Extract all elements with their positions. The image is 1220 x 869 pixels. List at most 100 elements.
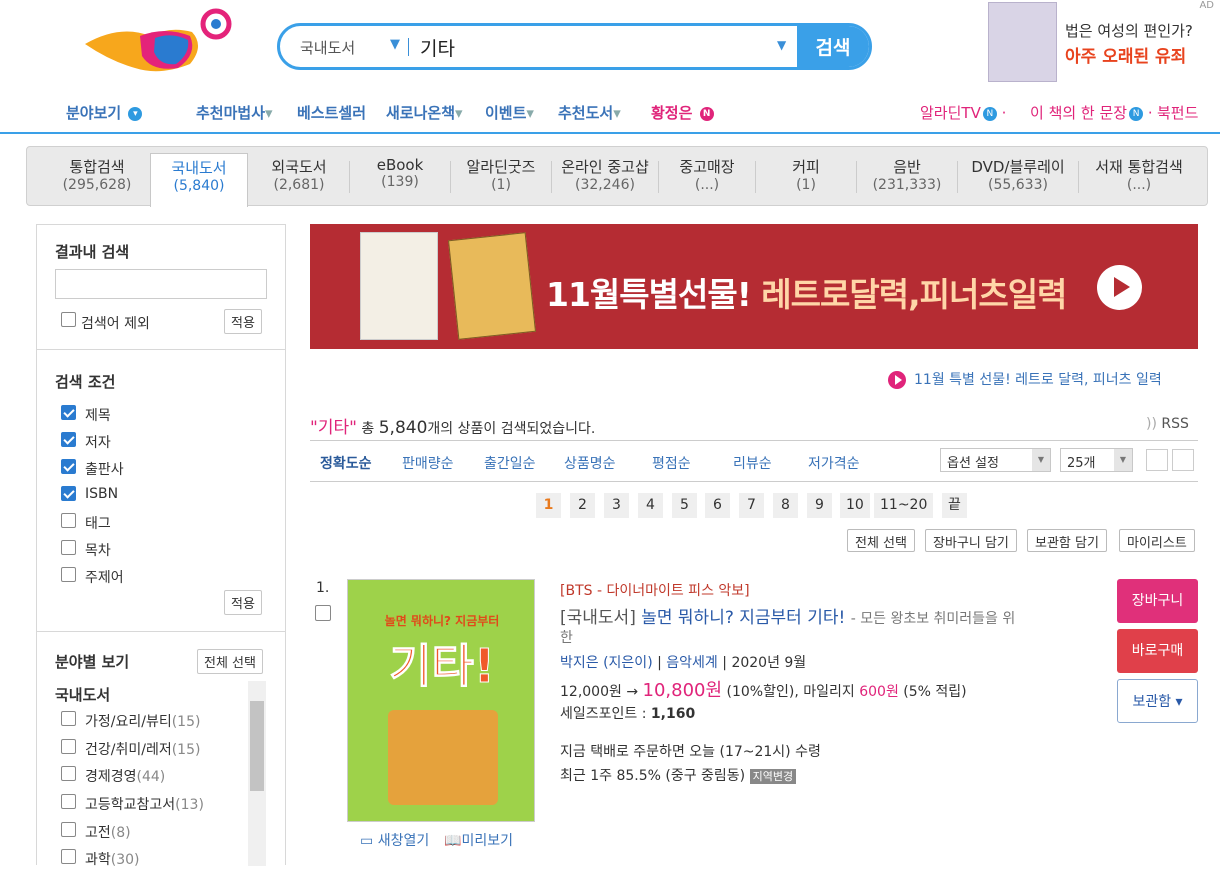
nav-new-books[interactable]: 새로나온책▾	[386, 102, 463, 123]
item-series[interactable]: [BTS - 다이너마이트 피스 악보]	[560, 580, 750, 600]
grid-view-icon[interactable]	[1172, 449, 1194, 471]
sort-accuracy[interactable]: 정확도순	[320, 453, 372, 473]
page-8[interactable]: 8	[773, 493, 798, 518]
chevron-down-icon[interactable]: ▼	[390, 37, 400, 52]
cover-subtitle: 놀면 뭐하니? 지금부터	[384, 614, 500, 628]
item-publisher[interactable]: 음악세계	[666, 655, 718, 671]
sort-price[interactable]: 저가격순	[808, 453, 860, 473]
within-apply-button[interactable]: 적용	[224, 309, 262, 334]
nav-recommended[interactable]: 추천도서▾	[558, 102, 621, 123]
category-item: 고등학교참고서(13)	[85, 797, 204, 813]
search-separator	[408, 38, 409, 56]
tab-goods[interactable]: 알라딘굿즈 (1)	[451, 147, 551, 205]
nav-bestseller[interactable]: 베스트셀러	[297, 102, 366, 123]
within-search-input[interactable]	[55, 269, 267, 299]
nav-events[interactable]: 이벤트▾	[485, 102, 534, 123]
page-9[interactable]: 9	[807, 493, 832, 518]
preview-link[interactable]: 📖미리보기	[444, 830, 513, 850]
category-checkbox[interactable]	[61, 822, 76, 837]
item-author[interactable]: 박지은 (지은이)	[560, 655, 653, 671]
page-6[interactable]: 6	[705, 493, 730, 518]
category-checkbox[interactable]	[61, 849, 76, 864]
tab-music[interactable]: 음반 (231,333)	[857, 147, 957, 205]
scrollbar-thumb[interactable]	[250, 701, 264, 791]
calendar-image	[360, 232, 438, 340]
add-wishlist-button[interactable]: 보관함 담기	[1027, 529, 1107, 552]
page-3[interactable]: 3	[604, 493, 629, 518]
category-scrollbar[interactable]	[248, 681, 266, 866]
search-button[interactable]: 검색	[797, 26, 869, 67]
per-page-select[interactable]: 25개 ▼	[1060, 448, 1133, 472]
page-next[interactable]: 11~20	[874, 493, 934, 518]
category-checkbox[interactable]	[61, 794, 76, 809]
page-2[interactable]: 2	[570, 493, 595, 518]
mylist-button[interactable]: 마이리스트	[1119, 529, 1195, 552]
tab-used-online[interactable]: 온라인 중고샵 (32,246)	[552, 147, 658, 205]
region-change-button[interactable]: 지역변경	[749, 769, 797, 784]
condition-checkbox-author[interactable]	[61, 432, 76, 447]
search-input[interactable]: 기타	[420, 34, 455, 61]
cart-button[interactable]: 장바구니	[1117, 579, 1198, 623]
nav-author-feature[interactable]: 황정은 N	[651, 102, 714, 123]
page-7[interactable]: 7	[739, 493, 764, 518]
rss-link[interactable]: )) RSS	[1146, 416, 1189, 432]
sort-rating[interactable]: 평점순	[652, 453, 691, 473]
promo-banner[interactable]: 11월특별선물! 레트로달력,피너츠일력	[310, 224, 1198, 349]
sort-review[interactable]: 리뷰순	[733, 453, 772, 473]
ad-banner[interactable]: 법은 여성의 편인가? 아주 오래된 유죄 AD	[988, 0, 1220, 85]
banner-link[interactable]: 11월 특별 선물! 레트로 달력, 피너츠 일력	[888, 369, 1162, 389]
list-view-icon[interactable]	[1146, 449, 1168, 471]
sort-name[interactable]: 상품명순	[564, 453, 616, 473]
nav-aladin-tv[interactable]: 알라딘TV N ·	[920, 102, 1006, 123]
page-1[interactable]: 1	[536, 493, 561, 518]
nav-bookfund[interactable]: 북펀드	[1157, 102, 1198, 123]
exclude-checkbox[interactable]	[61, 312, 76, 327]
category-checkbox[interactable]	[61, 766, 76, 781]
category-view-title: 분야별 보기	[55, 653, 130, 671]
select-all-button[interactable]: 전체 선택	[847, 529, 915, 552]
item-price-line: 12,000원 → 10,800원 (10%할인), 마일리지 600원 (5%…	[560, 680, 967, 701]
condition-checkbox-publisher[interactable]	[61, 459, 76, 474]
new-badge-icon: N	[982, 106, 997, 121]
category-checkbox[interactable]	[61, 739, 76, 754]
play-icon[interactable]	[1097, 265, 1142, 310]
sort-sales[interactable]: 판매량순	[402, 453, 454, 473]
condition-checkbox-subject[interactable]	[61, 567, 76, 582]
autocomplete-toggle-icon[interactable]: ▼	[777, 38, 786, 52]
wishlist-button[interactable]: 보관함 ▾	[1117, 679, 1198, 723]
buy-now-button[interactable]: 바로구매	[1117, 629, 1198, 673]
category-select-all-button[interactable]: 전체 선택	[197, 649, 263, 674]
book-cover[interactable]: 놀면 뭐하니? 지금부터 기타!	[347, 579, 535, 822]
tab-domestic-books[interactable]: 국내도서 (5,840)	[150, 153, 248, 207]
category-checkbox[interactable]	[61, 711, 76, 726]
nav-book-sentence[interactable]: 이 책의 한 문장 N ·	[1030, 102, 1153, 123]
item-title[interactable]: 놀면 뭐하니? 지금부터 기타!	[641, 608, 845, 628]
tab-dvd[interactable]: DVD/블루레이 (55,633)	[958, 147, 1078, 205]
page-last[interactable]: 끝	[942, 493, 967, 518]
sort-date[interactable]: 출간일순	[484, 453, 536, 473]
sales-point-value: 1,160	[650, 706, 696, 722]
tab-coffee[interactable]: 커피 (1)	[756, 147, 856, 205]
page-10[interactable]: 10	[840, 493, 870, 518]
condition-checkbox-title[interactable]	[61, 405, 76, 420]
tab-library-search[interactable]: 서재 통합검색 (...)	[1079, 147, 1199, 205]
banner-text: 11월특별선물! 레트로달력,피너츠일력	[546, 275, 1067, 314]
tab-ebook[interactable]: eBook (139)	[350, 147, 450, 205]
page-5[interactable]: 5	[672, 493, 697, 518]
tab-all[interactable]: 통합검색 (295,628)	[47, 147, 147, 205]
condition-checkbox-tag[interactable]	[61, 513, 76, 528]
tab-used-store[interactable]: 중고매장 (...)	[659, 147, 755, 205]
page-4[interactable]: 4	[638, 493, 663, 518]
nav-recommend-wizard[interactable]: 추천마법사▾	[196, 102, 273, 123]
tab-foreign-books[interactable]: 외국도서 (2,681)	[249, 147, 349, 205]
item-checkbox[interactable]	[315, 605, 331, 621]
new-window-link[interactable]: ▭ 새창열기	[360, 830, 429, 850]
condition-apply-button[interactable]: 적용	[224, 590, 262, 615]
search-category-select[interactable]: 국내도서	[300, 37, 355, 58]
condition-checkbox-isbn[interactable]	[61, 486, 76, 501]
aladin-logo[interactable]	[80, 6, 235, 76]
option-select[interactable]: 옵션 설정 ▼	[940, 448, 1051, 472]
add-cart-button[interactable]: 장바구니 담기	[925, 529, 1017, 552]
nav-category-view[interactable]: 분야보기 ▾	[66, 102, 143, 123]
condition-checkbox-toc[interactable]	[61, 540, 76, 555]
